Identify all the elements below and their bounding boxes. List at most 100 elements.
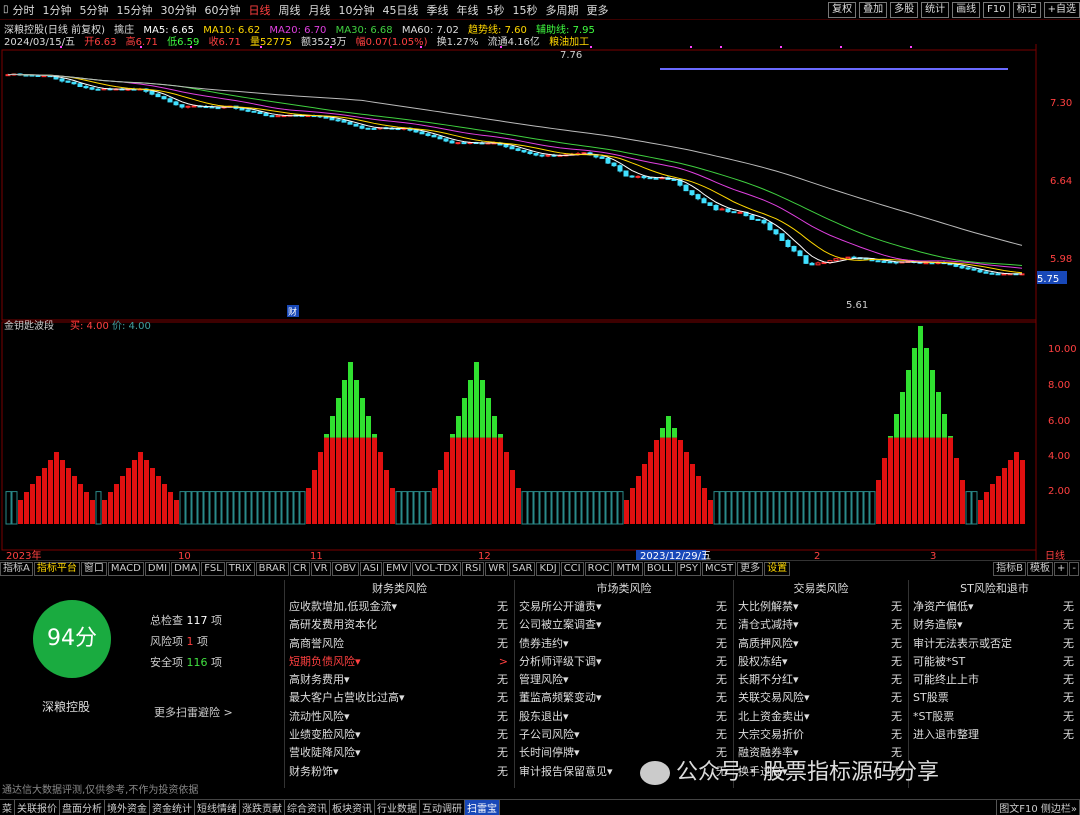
bottom-tab[interactable]: 菜 (0, 800, 15, 815)
toolbar-button[interactable]: 标记 (1012, 2, 1041, 18)
risk-item[interactable]: 关联交易风险▾ 无 (734, 689, 908, 707)
indicator-tab[interactable]: DMA (171, 561, 201, 576)
indicator-tab[interactable]: 指标A (0, 561, 33, 576)
bottom-tab[interactable]: 涨跌贡献 (240, 800, 285, 815)
period-tab[interactable]: 周线 (279, 2, 301, 18)
toolbar-button[interactable]: +自选 (1043, 2, 1080, 18)
indicator-tab[interactable]: RSI (462, 561, 485, 576)
indicator-tab[interactable]: PSY (676, 561, 702, 576)
toolbar-button[interactable]: 复权 (828, 2, 857, 18)
more-scan-link[interactable]: 更多扫雷避险 > (154, 704, 233, 720)
risk-item[interactable]: 审计无法表示或否定 无 (909, 635, 1080, 653)
period-tab[interactable]: 更多 (587, 2, 609, 18)
bottom-tab[interactable]: 扫雷宝 (465, 800, 500, 815)
risk-item[interactable]: 交易所公开谴责▾ 无 (515, 598, 733, 616)
risk-item[interactable]: 应收款增加,低现金流▾ 无 (285, 598, 514, 616)
indicator-tab[interactable]: ROC (584, 561, 613, 576)
risk-item[interactable]: 分析师评级下调▾ 无 (515, 653, 733, 671)
risk-item[interactable]: 财务粉饰▾ 无 (285, 763, 514, 781)
risk-item[interactable]: 债券违约▾ 无 (515, 635, 733, 653)
indicator-tab[interactable]: CCI (560, 561, 584, 576)
indicator-tab[interactable]: BRAR (255, 561, 289, 576)
risk-item[interactable]: 可能被*ST 无 (909, 653, 1080, 671)
toolbar-button[interactable]: 统计 (921, 2, 950, 18)
indicator-tab[interactable]: FSL (201, 561, 225, 576)
bottom-tab[interactable]: 互动调研 (420, 800, 465, 815)
bottom-tab[interactable]: 综合资讯 (285, 800, 330, 815)
risk-item[interactable]: 清仓式减持▾ 无 (734, 616, 908, 634)
risk-item[interactable]: *ST股票 无 (909, 708, 1080, 726)
period-tab[interactable]: 年线 (457, 2, 479, 18)
period-tab[interactable]: 分时 (13, 2, 35, 18)
period-tab[interactable]: 5分钟 (80, 2, 109, 18)
toolbar-button[interactable]: 叠加 (859, 2, 888, 18)
risk-item[interactable]: 净资产偏低▾ 无 (909, 598, 1080, 616)
period-tab[interactable]: 15分钟 (117, 2, 153, 18)
kline-chart[interactable]: 7.30 6.64 5.98 5.75 10.00 8.00 6.00 4.00 2.00 金钥匙… (0, 44, 1080, 560)
indicator-tab[interactable]: ASI (359, 561, 382, 576)
indicator-tab[interactable]: MTM (613, 561, 643, 576)
indicator-tab[interactable]: EMV (382, 561, 411, 576)
risk-item[interactable]: 可能终止上市 无 (909, 671, 1080, 689)
indicator-right-button[interactable]: + (1054, 561, 1069, 576)
risk-item[interactable]: 董监高频繁变动▾ 无 (515, 689, 733, 707)
risk-item[interactable]: 公司被立案调查▾ 无 (515, 616, 733, 634)
toolbar-button[interactable]: 画线 (952, 2, 981, 18)
risk-item[interactable]: 北上资金卖出▾ 无 (734, 708, 908, 726)
indicator-tab[interactable]: VOL-TDX (411, 561, 462, 576)
risk-item[interactable]: 业绩变脸风险▾ 无 (285, 726, 514, 744)
risk-item[interactable]: 进入退市整理 无 (909, 726, 1080, 744)
indicator-tab[interactable]: BOLL (643, 561, 676, 576)
period-tab[interactable]: 5秒 (487, 2, 505, 18)
risk-item[interactable]: 管理风险▾ 无 (515, 671, 733, 689)
bottom-tab[interactable]: 境外资金 (105, 800, 150, 815)
indicator-tab[interactable]: MACD (107, 561, 144, 576)
risk-item[interactable]: 大宗交易折价 无 (734, 726, 908, 744)
indicator-tab[interactable]: DMI (144, 561, 171, 576)
risk-item[interactable]: 流动性风险▾ 无 (285, 708, 514, 726)
bottom-tab[interactable]: 关联报价 (15, 800, 60, 815)
risk-item[interactable]: 高研发费用资本化 无 (285, 616, 514, 634)
indicator-tab[interactable]: 设置 (764, 561, 791, 576)
indicator-right-button[interactable]: 指标B (993, 561, 1026, 576)
risk-item[interactable]: 最大客户占营收比过高▾ 无 (285, 689, 514, 707)
indicator-tab[interactable]: 更多 (737, 561, 764, 576)
risk-item[interactable]: 子公司风险▾ 无 (515, 726, 733, 744)
indicator-right-button[interactable]: 模板 (1027, 561, 1053, 576)
toolbar-button[interactable]: F10 (983, 2, 1010, 18)
indicator-tab[interactable]: 指标平台 (33, 561, 80, 576)
risk-item[interactable]: 大比例解禁▾ 无 (734, 598, 908, 616)
indicator-tab[interactable]: MCST (702, 561, 737, 576)
risk-item[interactable]: 短期负债风险▾ > (285, 653, 514, 671)
bottom-tab[interactable]: 短线情绪 (195, 800, 240, 815)
period-tab[interactable]: 60分钟 (205, 2, 241, 18)
indicator-tab[interactable]: VR (310, 561, 331, 576)
period-tab[interactable]: 1分钟 (43, 2, 72, 18)
bottom-tab[interactable]: 板块资讯 (330, 800, 375, 815)
indicator-tab[interactable]: WR (485, 561, 509, 576)
period-tab[interactable]: 季线 (427, 2, 449, 18)
bottom-tab[interactable]: 盘面分析 (60, 800, 105, 815)
period-tab[interactable]: 多周期 (546, 2, 579, 18)
indicator-tab[interactable]: OBV (331, 561, 359, 576)
period-tab[interactable]: 30分钟 (161, 2, 197, 18)
indicator-right-button[interactable]: - (1069, 561, 1079, 576)
period-tab[interactable]: 45日线 (383, 2, 419, 18)
risk-item[interactable]: 长期不分红▾ 无 (734, 671, 908, 689)
sidebar-toggle[interactable]: 图文F10 侧边栏» (996, 800, 1080, 815)
risk-item[interactable]: 高质押风险▾ 无 (734, 635, 908, 653)
risk-item[interactable]: 股东退出▾ 无 (515, 708, 733, 726)
indicator-tab[interactable]: KDJ (536, 561, 560, 576)
risk-item[interactable]: 高商誉风险 无 (285, 635, 514, 653)
indicator-tab[interactable]: CR (289, 561, 310, 576)
risk-item[interactable]: ST股票 无 (909, 689, 1080, 707)
period-tab[interactable]: 10分钟 (339, 2, 375, 18)
indicator-tab[interactable]: SAR (509, 561, 536, 576)
indicator-tab[interactable]: TRIX (225, 561, 255, 576)
risk-item[interactable]: 股权冻结▾ 无 (734, 653, 908, 671)
risk-item[interactable]: 营收陡降风险▾ 无 (285, 744, 514, 762)
bottom-tab[interactable]: 行业数据 (375, 800, 420, 815)
risk-item[interactable]: 财务造假▾ 无 (909, 616, 1080, 634)
period-tab[interactable]: 日线 (249, 2, 271, 18)
toolbar-button[interactable]: 多股 (890, 2, 919, 18)
